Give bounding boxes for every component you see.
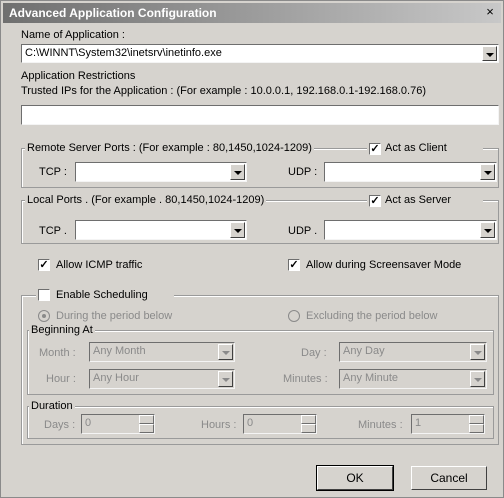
duration-minutes-label: Minutes : (358, 419, 403, 431)
advanced-application-dialog: Advanced Application Configuration × Nam… (0, 0, 504, 498)
hour-select[interactable]: Any Hour (89, 369, 235, 389)
spin-buttons[interactable] (139, 415, 154, 433)
enable-scheduling-label: Enable Scheduling (56, 289, 148, 301)
hour-value: Any Hour (93, 372, 139, 384)
day-select[interactable]: Any Day (339, 342, 487, 362)
chevron-down-icon[interactable] (230, 222, 245, 238)
application-name-label: Name of Application : (21, 29, 125, 41)
during-period-label: During the period below (56, 310, 173, 322)
duration-hours-value: 0 (247, 417, 254, 429)
remote-udp-label: UDP : (288, 166, 318, 178)
chevron-down-icon[interactable] (230, 164, 245, 180)
duration-days-stepper[interactable]: 0 (81, 414, 155, 434)
minutes-select[interactable]: Any Minute (339, 369, 487, 389)
chevron-down-icon[interactable] (218, 371, 233, 387)
act-as-client-checkbox[interactable]: ✓ (369, 143, 381, 155)
cancel-button[interactable]: Cancel (411, 466, 487, 490)
chevron-down-icon[interactable] (480, 222, 495, 238)
chevron-down-icon[interactable] (482, 46, 497, 61)
restrictions-title: Application Restrictions (21, 70, 136, 82)
duration-hours-label: Hours : (201, 419, 237, 431)
chevron-down-icon[interactable] (470, 371, 485, 387)
month-select[interactable]: Any Month (89, 342, 235, 362)
allow-screensaver-label: Allow during Screensaver Mode (306, 259, 462, 271)
duration-title: Duration (29, 400, 75, 412)
chevron-down-icon[interactable] (218, 344, 233, 360)
hour-label: Hour : (46, 373, 76, 385)
trusted-ips-input[interactable] (21, 105, 499, 125)
allow-icmp-label: Allow ICMP traffic (56, 259, 143, 271)
duration-hours-stepper[interactable]: 0 (243, 414, 317, 434)
application-path-select[interactable]: C:\WINNT\System32\inetsrv\inetinfo.exe (21, 44, 499, 63)
ok-button[interactable]: OK (316, 465, 394, 491)
act-as-client-label: Act as Client (385, 142, 447, 154)
spin-buttons[interactable] (301, 415, 316, 433)
month-value: Any Month (93, 345, 146, 357)
allow-icmp-checkbox[interactable]: ✓ (38, 259, 50, 271)
act-as-server-checkbox[interactable]: ✓ (369, 195, 381, 207)
trusted-ips-label: Trusted IPs for the Application : (For e… (21, 85, 427, 97)
local-udp-label: UDP . (288, 225, 318, 237)
local-tcp-label: TCP . (39, 225, 67, 237)
close-icon[interactable]: × (483, 5, 497, 19)
duration-minutes-stepper[interactable]: 1 (411, 414, 485, 434)
chevron-down-icon[interactable] (470, 344, 485, 360)
duration-days-value: 0 (85, 417, 92, 429)
minutes-value: Any Minute (343, 372, 399, 384)
month-label: Month : (39, 347, 76, 359)
act-as-server-label: Act as Server (385, 194, 452, 206)
local-ports-title: Local Ports . (For example . 80,1450,102… (25, 194, 267, 206)
enable-scheduling-checkbox[interactable] (38, 289, 50, 301)
chevron-down-icon[interactable] (480, 164, 495, 180)
duration-days-label: Days : (44, 419, 76, 431)
remote-tcp-select[interactable] (75, 162, 247, 182)
application-path-value: C:\WINNT\System32\inetsrv\inetinfo.exe (25, 47, 222, 59)
local-udp-select[interactable] (324, 220, 497, 240)
spin-buttons[interactable] (469, 415, 484, 433)
day-label: Day : (301, 347, 327, 359)
excluding-period-label: Excluding the period below (306, 310, 438, 322)
day-value: Any Day (343, 345, 385, 357)
beginning-at-title: Beginning At (29, 324, 95, 336)
minutes-label: Minutes : (283, 373, 328, 385)
title-bar: Advanced Application Configuration × (3, 3, 501, 23)
duration-minutes-value: 1 (415, 417, 422, 429)
remote-ports-title: Remote Server Ports : (For example : 80,… (25, 142, 314, 154)
during-period-radio[interactable] (38, 310, 50, 322)
remote-udp-select[interactable] (324, 162, 497, 182)
allow-screensaver-checkbox[interactable]: ✓ (288, 259, 300, 271)
remote-tcp-label: TCP : (39, 166, 67, 178)
excluding-period-radio[interactable] (288, 310, 300, 322)
dialog-title: Advanced Application Configuration (9, 6, 217, 20)
local-tcp-select[interactable] (75, 220, 247, 240)
